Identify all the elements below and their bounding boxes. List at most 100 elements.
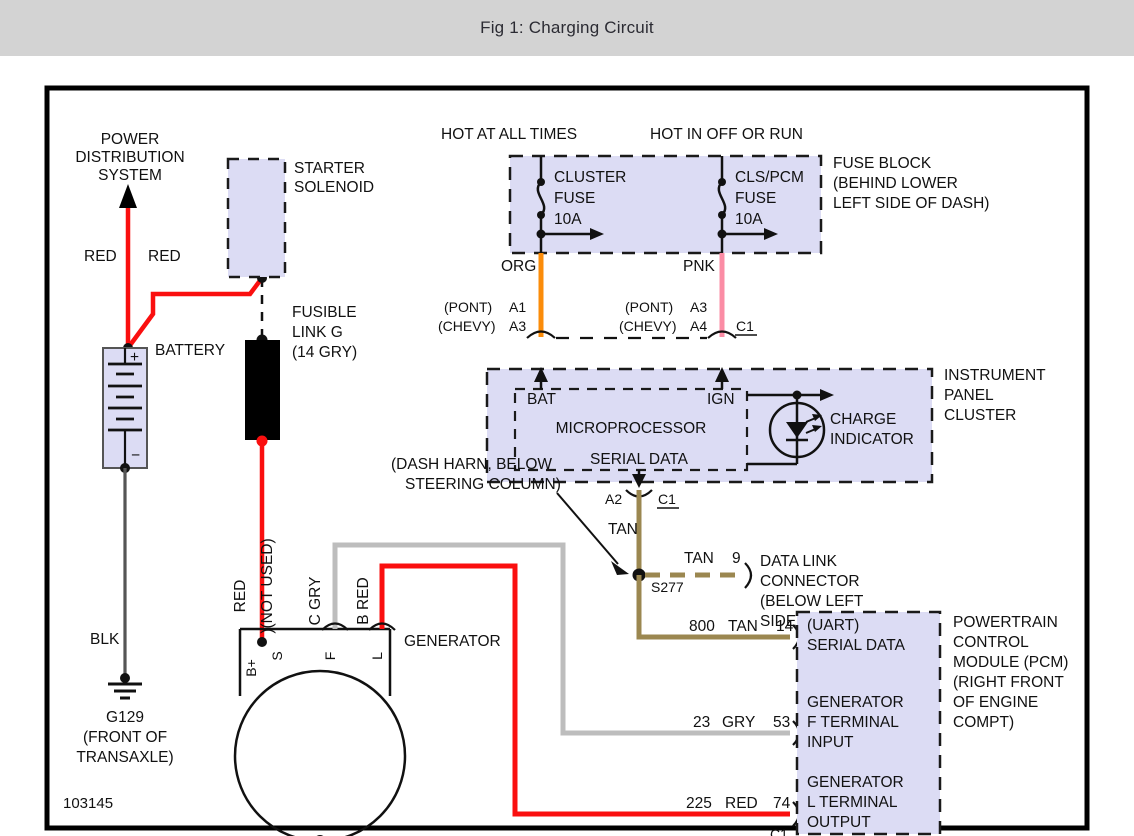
color-gry-label: GRY xyxy=(722,714,755,731)
circuit-800-label: 800 xyxy=(689,618,715,635)
ipc-label-line3: CLUSTER xyxy=(944,407,1016,424)
generator-terminal-s: S xyxy=(269,651,285,660)
generator-not-used-label: )(NOT USED) xyxy=(259,538,276,633)
dlc-pin-label: 9 xyxy=(732,550,741,567)
pin-a1-label: A1 xyxy=(509,299,526,315)
ipc-label-line1: INSTRUMENT xyxy=(944,367,1046,384)
blk-label: BLK xyxy=(90,631,120,648)
color-red-label: RED xyxy=(725,795,758,812)
pin-a2-label: A2 xyxy=(605,491,622,507)
pin-14-label: 14 xyxy=(776,618,794,635)
battery-minus-sign: − xyxy=(131,447,140,464)
circuit-225-label: 225 xyxy=(686,795,712,812)
node-ground-g129 xyxy=(120,673,130,683)
tan-dlc-label: TAN xyxy=(684,550,714,567)
pcm-genl-label-line3: OUTPUT xyxy=(807,814,871,831)
clspcm-fuse-label-line2: FUSE xyxy=(735,190,776,207)
red-label-right: RED xyxy=(148,248,181,265)
fuse-block-label-line2: (BEHIND LOWER xyxy=(833,175,958,192)
fuse-block-label-line3: LEFT SIDE OF DASH) xyxy=(833,195,989,212)
g129-label-line2: (FRONT OF xyxy=(83,729,167,746)
chevy-label-1: (CHEVY) xyxy=(438,318,496,334)
red-label-left: RED xyxy=(84,248,117,265)
pcm-label-line2: CONTROL xyxy=(953,634,1029,651)
generator-terminal-f: F xyxy=(322,652,338,661)
c1-bottom-label: C1 xyxy=(770,826,788,836)
splice-s277-label: S277 xyxy=(651,579,684,595)
pont-label-2: (PONT) xyxy=(625,299,673,315)
pcm-genl-label-line1: GENERATOR xyxy=(807,774,904,791)
starter-solenoid-label-line2: SOLENOID xyxy=(294,179,374,196)
org-label: ORG xyxy=(501,258,536,275)
starter-solenoid-label-line1: STARTER xyxy=(294,160,365,177)
ign-label: IGN xyxy=(707,391,735,408)
tan-vertical-label: TAN xyxy=(608,521,638,538)
pcm-uart-label-line1: (UART) xyxy=(807,617,859,634)
node-generator-bplus xyxy=(257,637,267,647)
pin-a3-left-label: A3 xyxy=(509,318,526,334)
pin-a4-label: A4 xyxy=(690,318,707,334)
c1-mid-label: C1 xyxy=(658,491,676,507)
power-distribution-label-line3: SYSTEM xyxy=(98,167,162,184)
cluster-fuse-node-top xyxy=(537,178,545,186)
generator-c-gry-label: C GRY xyxy=(307,577,324,626)
generator-terminal-l: L xyxy=(369,652,385,660)
fusible-link-label-line2: LINK G xyxy=(292,324,343,341)
power-distribution-label-line2: DISTRIBUTION xyxy=(75,149,184,166)
pcm-genl-label-line2: L TERMINAL xyxy=(807,794,898,811)
cluster-fuse-label-line2: FUSE xyxy=(554,190,595,207)
battery-label: BATTERY xyxy=(155,342,225,359)
g129-label-line1: G129 xyxy=(106,709,144,726)
microprocessor-label: MICROPROCESSOR xyxy=(556,420,707,437)
pin-53-label: 53 xyxy=(773,714,790,731)
pont-label-1: (PONT) xyxy=(444,299,492,315)
pnk-label: PNK xyxy=(683,258,716,275)
fusible-link-label-line1: FUSIBLE xyxy=(292,304,357,321)
starter-solenoid-box xyxy=(226,157,287,279)
figure-header: Fig 1: Charging Circuit xyxy=(0,0,1134,56)
clspcm-fuse-label-line1: CLS/PCM xyxy=(735,169,804,186)
page-title: Fig 1: Charging Circuit xyxy=(480,18,654,37)
hot-at-all-times-label: HOT AT ALL TIMES xyxy=(441,126,577,143)
generator-label: GENERATOR xyxy=(404,633,501,650)
pcm-genf-label-line3: INPUT xyxy=(807,734,854,751)
fusible-link-label-line3: (14 GRY) xyxy=(292,344,357,361)
pin-74-label: 74 xyxy=(773,795,791,812)
dlc-label-line1: DATA LINK xyxy=(760,553,838,570)
generator-b-red-label: B RED xyxy=(355,577,372,624)
dlc-label-line2: CONNECTOR xyxy=(760,573,860,590)
generator-terminal-bplus: B+ xyxy=(243,659,259,677)
figure-id-number: 103145 xyxy=(63,795,113,812)
serial-data-label: SERIAL DATA xyxy=(590,451,689,468)
dash-harness-label-line1: (DASH HARN, BELOW xyxy=(391,456,552,473)
pcm-genf-label-line1: GENERATOR xyxy=(807,694,904,711)
pcm-label-line5: OF ENGINE xyxy=(953,694,1038,711)
pcm-label-line4: (RIGHT FRONT xyxy=(953,674,1064,691)
pcm-label-line6: COMPT) xyxy=(953,714,1014,731)
cluster-fuse-label-line3: 10A xyxy=(554,211,582,228)
circuit-23-label: 23 xyxy=(693,714,710,731)
clspcm-fuse-label-line3: 10A xyxy=(735,211,763,228)
c1-top-label: C1 xyxy=(736,318,754,334)
clspcm-fuse-node-top xyxy=(718,178,726,186)
pcm-label-line1: POWERTRAIN xyxy=(953,614,1058,631)
g129-label-line3: TRANSAXLE) xyxy=(76,749,173,766)
wiring-diagram-canvas: POWER DISTRIBUTION SYSTEM RED RED STARTE… xyxy=(0,56,1134,836)
fusible-link-g-bar xyxy=(245,340,280,440)
dlc-label-line3: (BELOW LEFT xyxy=(760,593,864,610)
bat-label: BAT xyxy=(527,391,557,408)
charging-circuit-schematic: POWER DISTRIBUTION SYSTEM RED RED STARTE… xyxy=(44,85,1090,836)
fuse-block-label-line1: FUSE BLOCK xyxy=(833,155,932,172)
chevy-label-2: (CHEVY) xyxy=(619,318,677,334)
cluster-fuse-label-line1: CLUSTER xyxy=(554,169,626,186)
pin-a3-right-label: A3 xyxy=(690,299,707,315)
dash-harness-label-line2: STEERING COLUMN) xyxy=(405,476,561,493)
hot-in-off-or-run-label: HOT IN OFF OR RUN xyxy=(650,126,803,143)
power-distribution-label-line1: POWER xyxy=(101,131,160,148)
generator-red-wire-label: RED xyxy=(232,580,249,613)
ipc-label-line2: PANEL xyxy=(944,387,994,404)
color-tan-label: TAN xyxy=(728,618,758,635)
charge-indicator-label-line1: CHARGE xyxy=(830,411,896,428)
charge-indicator-label-line2: INDICATOR xyxy=(830,431,914,448)
pcm-uart-label-line2: SERIAL DATA xyxy=(807,637,906,654)
